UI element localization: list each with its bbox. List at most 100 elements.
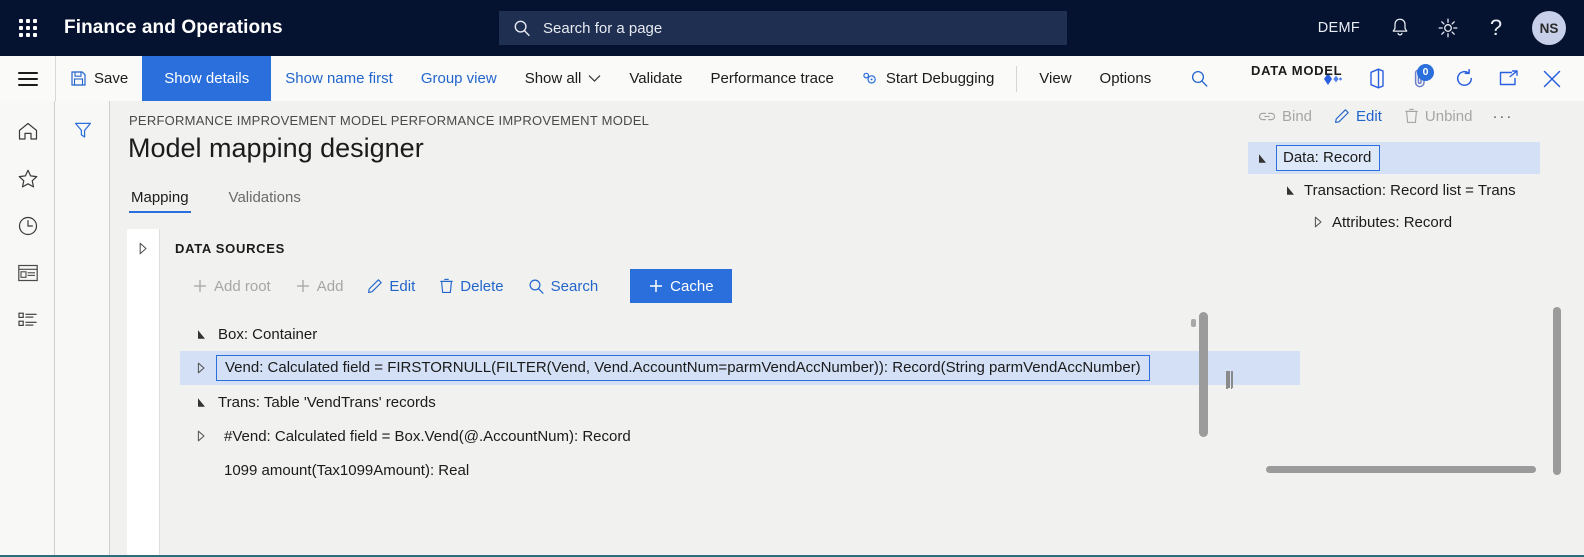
list-icon bbox=[17, 311, 39, 329]
filter-button[interactable] bbox=[55, 107, 110, 152]
view-menu[interactable]: View bbox=[1025, 57, 1085, 101]
scrollbar-up-indicator bbox=[1191, 319, 1196, 327]
waffle-icon bbox=[19, 19, 37, 37]
twisty-collapsed-icon[interactable] bbox=[188, 362, 214, 374]
attachments-button[interactable]: 0 bbox=[1398, 57, 1442, 101]
notifications-button[interactable] bbox=[1376, 0, 1424, 56]
add-root-button[interactable]: Add root bbox=[180, 270, 283, 302]
data-model-row[interactable]: Attributes: Record bbox=[1248, 206, 1584, 238]
pencil-icon bbox=[367, 278, 383, 294]
show-all-button[interactable]: Show all bbox=[511, 57, 616, 101]
top-navigation-bar: Finance and Operations Search for a page… bbox=[0, 0, 1584, 56]
star-icon bbox=[17, 168, 39, 189]
bind-label: Bind bbox=[1282, 107, 1313, 125]
user-avatar[interactable]: NS bbox=[1532, 11, 1566, 45]
validate-button[interactable]: Validate bbox=[615, 57, 696, 101]
page-search-button[interactable] bbox=[1177, 57, 1221, 101]
edit-button[interactable]: Edit bbox=[355, 270, 427, 302]
bell-icon bbox=[1390, 17, 1410, 39]
options-menu[interactable]: Options bbox=[1086, 57, 1166, 101]
tree-row-label: Vend: Calculated field = FIRSTORNULL(FIL… bbox=[216, 355, 1150, 381]
performance-trace-label: Performance trace bbox=[710, 70, 834, 87]
nav-modules[interactable] bbox=[0, 296, 55, 343]
search-icon bbox=[513, 19, 531, 37]
data-model-row[interactable]: Data: Record bbox=[1248, 142, 1540, 174]
question-icon: ? bbox=[1489, 15, 1503, 40]
search-label: Search bbox=[550, 277, 599, 295]
action-pane-right-group: 0 bbox=[1310, 57, 1584, 101]
data-sources-collapse-strip[interactable] bbox=[127, 229, 160, 555]
group-view-label: Group view bbox=[420, 70, 497, 87]
help-button[interactable]: ? bbox=[1472, 0, 1520, 56]
app-launcher-button[interactable] bbox=[0, 0, 56, 56]
twisty-expanded-icon[interactable] bbox=[1276, 185, 1304, 196]
workspace-icon bbox=[17, 264, 39, 282]
tab-mapping[interactable]: Mapping bbox=[129, 189, 191, 213]
twisty-collapsed-icon[interactable] bbox=[1304, 216, 1332, 228]
chevron-right-icon bbox=[138, 242, 148, 255]
show-details-label: Show details bbox=[164, 70, 250, 87]
search-button[interactable]: Search bbox=[516, 270, 611, 302]
popout-icon bbox=[1498, 70, 1519, 87]
twisty-expanded-icon[interactable] bbox=[188, 329, 214, 340]
twisty-collapsed-icon[interactable] bbox=[188, 430, 214, 442]
data-sources-toolbar: Add root Add Edit Delete Search Cache bbox=[180, 269, 732, 303]
pencil-icon bbox=[1334, 108, 1350, 124]
plus-icon bbox=[192, 278, 208, 294]
action-pane: Save Show details Show name first Group … bbox=[0, 56, 1584, 102]
top-bar-right-group: DEMF ? NS bbox=[1302, 0, 1584, 56]
navigation-menu-button[interactable] bbox=[0, 56, 56, 101]
add-root-label: Add root bbox=[214, 277, 271, 295]
view-label: View bbox=[1039, 70, 1072, 87]
chevron-down-icon bbox=[588, 74, 601, 83]
tree-row[interactable]: Vend: Calculated field = FIRSTORNULL(FIL… bbox=[180, 351, 1300, 385]
refresh-icon bbox=[1454, 68, 1475, 89]
popout-button[interactable] bbox=[1486, 57, 1530, 101]
home-icon bbox=[17, 121, 39, 142]
unbind-button[interactable]: Unbind bbox=[1392, 100, 1483, 132]
nav-recent[interactable] bbox=[0, 202, 55, 249]
tree-row[interactable]: 1099 amount(Tax1099Amount): Real bbox=[180, 453, 1300, 487]
edit-button[interactable]: Edit bbox=[1322, 100, 1392, 132]
nav-workspaces[interactable] bbox=[0, 249, 55, 296]
attachments-badge: 0 bbox=[1417, 63, 1434, 81]
save-button[interactable]: Save bbox=[56, 57, 142, 101]
show-name-first-label: Show name first bbox=[285, 70, 393, 87]
bind-button[interactable]: Bind bbox=[1252, 100, 1322, 132]
tab-mapping-label: Mapping bbox=[131, 189, 189, 206]
show-name-first-button[interactable]: Show name first bbox=[271, 57, 407, 101]
office-app-button[interactable] bbox=[1354, 57, 1398, 101]
add-button[interactable]: Add bbox=[283, 270, 356, 302]
global-search-box[interactable]: Search for a page bbox=[499, 11, 1067, 45]
performance-trace-button[interactable]: Performance trace bbox=[696, 57, 847, 101]
save-label: Save bbox=[94, 70, 129, 87]
tree-row[interactable]: Box: Container bbox=[180, 317, 1300, 351]
start-debugging-button[interactable]: Start Debugging bbox=[848, 57, 1008, 101]
data-model-hscrollbar-thumb[interactable] bbox=[1266, 466, 1536, 473]
cache-label: Cache bbox=[670, 277, 714, 295]
data-model-splitter[interactable] bbox=[1228, 371, 1233, 388]
close-button[interactable] bbox=[1530, 57, 1574, 101]
magnifier-icon bbox=[1190, 69, 1209, 88]
plus-icon bbox=[295, 278, 311, 294]
settings-button[interactable] bbox=[1424, 0, 1472, 56]
company-selector[interactable]: DEMF bbox=[1302, 20, 1376, 36]
nav-favorites[interactable] bbox=[0, 155, 55, 202]
refresh-button[interactable] bbox=[1442, 57, 1486, 101]
data-model-row[interactable]: Transaction: Record list = Trans bbox=[1248, 174, 1584, 206]
twisty-expanded-icon[interactable] bbox=[188, 397, 214, 408]
cache-button[interactable]: Cache bbox=[630, 269, 732, 303]
add-label: Add bbox=[316, 277, 344, 295]
data-sources-vscrollbar-thumb[interactable] bbox=[1199, 312, 1208, 437]
tree-row[interactable]: Trans: Table 'VendTrans' records bbox=[180, 385, 1300, 419]
tree-row[interactable]: #Vend: Calculated field = Box.Vend(@.Acc… bbox=[180, 419, 1300, 453]
tab-validations[interactable]: Validations bbox=[227, 189, 303, 213]
nav-home[interactable] bbox=[0, 108, 55, 155]
data-model-vscrollbar-thumb[interactable] bbox=[1553, 307, 1561, 475]
show-details-tab[interactable]: Show details bbox=[142, 56, 272, 101]
more-options-button[interactable]: ··· bbox=[1482, 100, 1523, 132]
delete-button[interactable]: Delete bbox=[427, 270, 515, 302]
navigation-rail bbox=[0, 101, 55, 555]
twisty-expanded-icon[interactable] bbox=[1248, 153, 1276, 164]
group-view-button[interactable]: Group view bbox=[407, 57, 511, 101]
